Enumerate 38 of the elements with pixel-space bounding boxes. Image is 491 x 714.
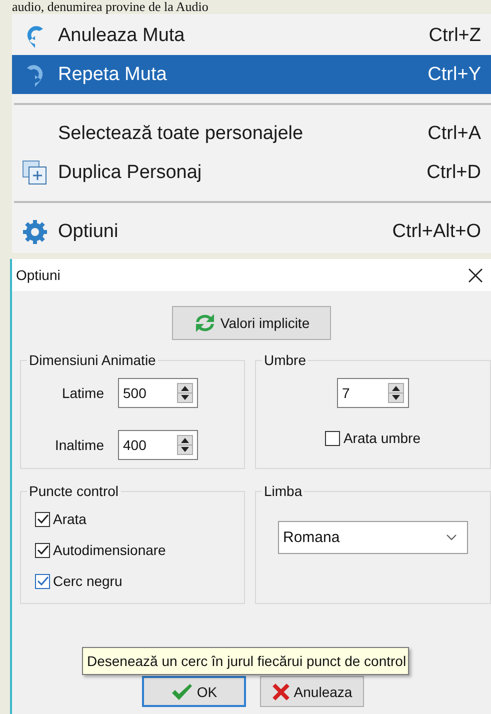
group-title: Puncte control bbox=[28, 483, 120, 499]
checkbox[interactable] bbox=[325, 430, 340, 446]
checkmark-icon bbox=[170, 682, 193, 700]
menu-item[interactable]: Optiuni Ctrl+Alt+O bbox=[12, 212, 491, 251]
duplicate-icon bbox=[22, 160, 48, 186]
checkbox[interactable] bbox=[35, 574, 50, 588]
tooltip: Desenează un cerc în jurul fiecărui punct de control bbox=[82, 647, 410, 675]
caption-text: audio, denumirea provine de la Audio bbox=[11, 0, 210, 14]
spin-arrows-icon bbox=[177, 435, 193, 455]
field-label: Inaltime bbox=[54, 437, 104, 453]
group-title: Umbre bbox=[263, 352, 308, 368]
group-title: Limba bbox=[263, 483, 304, 499]
checkbox-label: Autodimensionare bbox=[53, 542, 166, 558]
number-field[interactable]: 7 bbox=[337, 378, 409, 408]
defaults-button[interactable]: Valori implicite bbox=[172, 306, 331, 340]
checkbox[interactable] bbox=[35, 542, 50, 558]
menu-item[interactable]: Anuleaza Muta Ctrl+Z bbox=[12, 16, 491, 55]
number-field[interactable]: 500 bbox=[118, 378, 198, 408]
menu-item[interactable]: Selectează toate personajele Ctrl+A bbox=[12, 114, 491, 153]
settings-icon bbox=[22, 218, 48, 244]
language-dropdown[interactable]: Romana bbox=[278, 521, 468, 554]
dialog-title: Optiuni bbox=[16, 267, 60, 283]
chevron-down-icon bbox=[446, 534, 457, 541]
menu-item[interactable]: Repeta Muta Ctrl+Y bbox=[12, 55, 491, 94]
dialog-button[interactable]: OK bbox=[142, 676, 246, 707]
checkbox[interactable] bbox=[35, 512, 50, 526]
group-title: Dimensiuni Animatie bbox=[28, 352, 157, 368]
field-label: Latime bbox=[60, 385, 104, 401]
cross-icon bbox=[272, 682, 290, 700]
spin-arrows-icon bbox=[177, 383, 193, 403]
checkbox-label: Arata bbox=[53, 511, 86, 527]
close-icon[interactable] bbox=[468, 268, 483, 282]
checkbox-label: Cerc negru bbox=[53, 573, 122, 589]
number-field[interactable]: 400 bbox=[118, 430, 198, 460]
menu-item[interactable]: Duplica Personaj Ctrl+D bbox=[12, 153, 491, 192]
dialog-button[interactable]: Anuleaza bbox=[260, 676, 364, 707]
checkbox-label: Arata umbre bbox=[343, 430, 421, 446]
spin-arrows-icon bbox=[388, 383, 404, 403]
